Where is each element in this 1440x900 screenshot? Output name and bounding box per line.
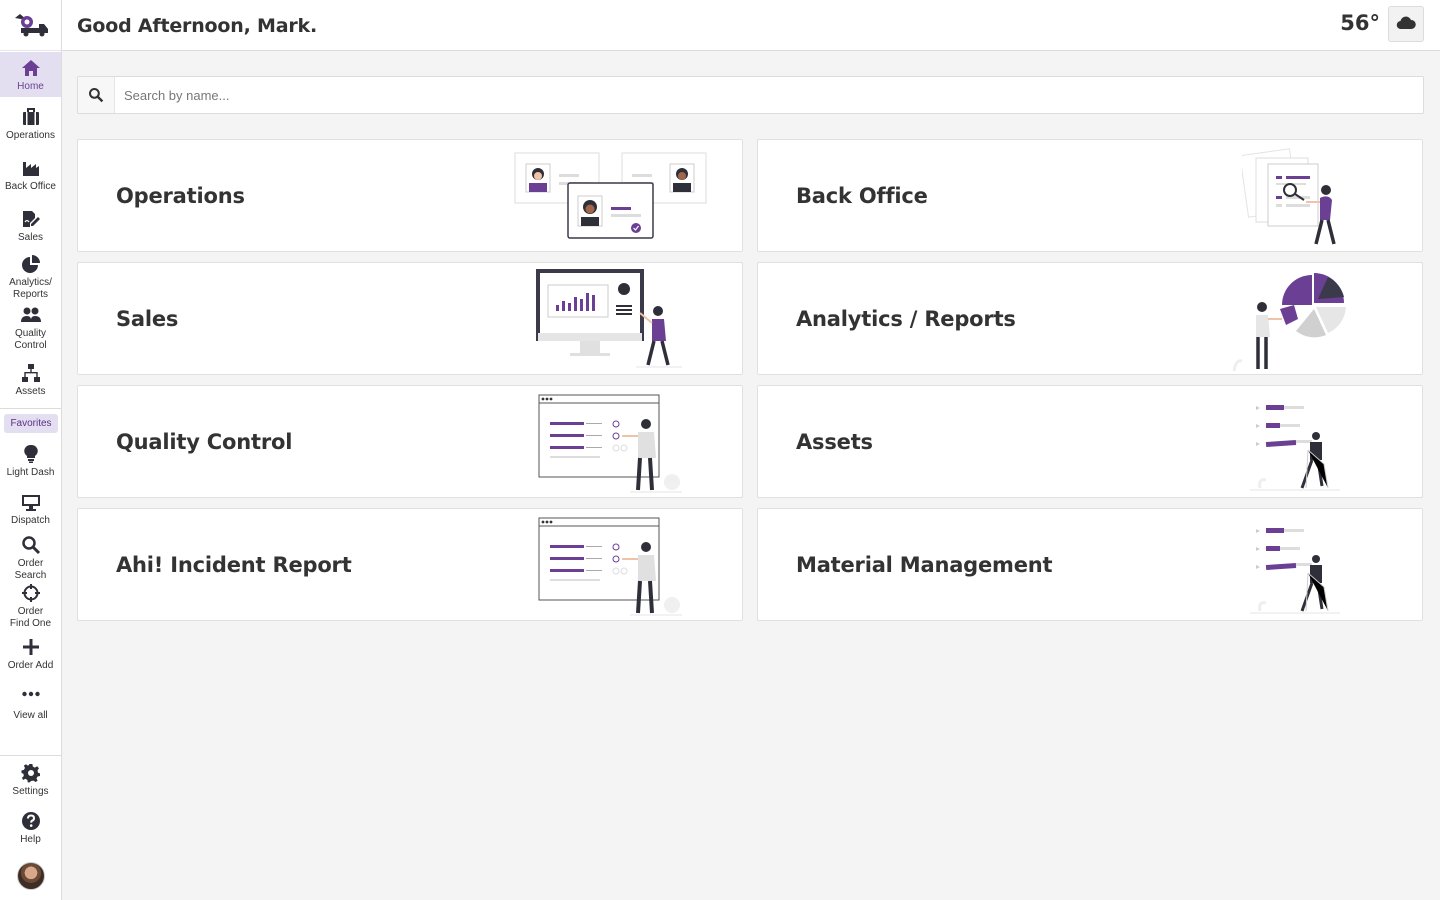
desktop-icon [20,491,42,513]
card-material-management[interactable]: Material Management [757,508,1423,621]
operations-illustration [514,152,707,239]
card-analytics-reports[interactable]: Analytics / Reports [757,262,1423,375]
sidebar-item-label: Analytics/ Reports [9,277,52,300]
plus-icon [20,636,42,658]
industry-icon [20,157,42,179]
search-bar [77,76,1424,114]
incident-report-illustration [538,517,682,616]
sidebar: Home Operations Back Office Sales Analyt… [0,0,62,900]
app-logo[interactable] [0,0,61,51]
users-icon [20,304,42,326]
home-icon [20,57,42,79]
material-management-illustration [1250,528,1340,614]
sidebar-item-analytics-reports[interactable]: Analytics/ Reports [0,253,61,303]
card-operations[interactable]: Operations [77,139,743,252]
sidebar-fav-view-all[interactable]: View all [0,684,61,722]
file-signature-icon [20,208,42,230]
temperature-readout: 56° [1340,11,1380,35]
search-input[interactable] [124,85,1404,105]
lightbulb-icon [20,443,42,465]
card-title: Quality Control [116,430,293,454]
sidebar-item-quality-control[interactable]: Quality Control [0,304,61,354]
sidebar-item-settings[interactable]: Settings [0,762,61,802]
sidebar-item-label: Operations [6,130,55,141]
sidebar-item-help[interactable]: Help [0,810,61,850]
greeting-text: Good Afternoon, Mark. [77,15,317,37]
card-ahi-incident-report[interactable]: Ahi! Incident Report [77,508,743,621]
sidebar-item-operations[interactable]: Operations [0,106,61,151]
card-title: Back Office [796,184,928,208]
briefcase-icon [20,106,42,128]
network-icon [20,362,42,384]
pie-chart-icon [20,253,42,275]
ellipsis-icon [20,684,42,704]
assets-illustration [1250,405,1340,491]
top-header: Good Afternoon, Mark. 56° [62,0,1440,51]
sidebar-item-label: Order Search [14,558,47,581]
sidebar-fav-dispatch[interactable]: Dispatch [0,491,61,531]
search-icon [20,534,42,556]
sidebar-divider [0,408,61,409]
sidebar-item-assets[interactable]: Assets [0,362,61,402]
card-title: Material Management [796,553,1053,577]
sidebar-item-sales[interactable]: Sales [0,208,61,253]
card-title: Ahi! Incident Report [116,553,352,577]
question-icon [20,810,42,832]
sidebar-item-label: View all [13,710,48,721]
sales-illustration [536,269,682,368]
sidebar-fav-order-find-one[interactable]: Order Find One [0,582,61,630]
card-assets[interactable]: Assets [757,385,1423,498]
sidebar-item-label: Assets [15,386,46,397]
sidebar-item-home[interactable]: Home [0,52,61,97]
sidebar-item-label: Light Dash [6,467,55,478]
sidebar-item-label: Settings [12,786,49,797]
sidebar-item-label: Home [17,81,44,92]
sidebar-fav-order-search[interactable]: Order Search [0,534,61,582]
gear-icon [20,762,42,784]
sidebar-fav-order-add[interactable]: Order Add [0,636,61,674]
card-sales[interactable]: Sales [77,262,743,375]
card-title: Sales [116,307,179,331]
cloud-icon [1396,14,1416,35]
card-title: Analytics / Reports [796,307,1016,331]
sidebar-item-label: Help [20,834,41,845]
card-back-office[interactable]: Back Office [757,139,1423,252]
sidebar-divider [0,755,61,756]
favorites-label: Favorites [4,414,58,433]
card-title: Operations [116,184,245,208]
back-office-illustration [1242,148,1336,245]
sidebar-fav-light-dash[interactable]: Light Dash [0,443,61,483]
quality-control-illustration [538,394,682,493]
search-icon[interactable] [78,77,115,113]
user-avatar[interactable] [17,862,45,890]
sidebar-item-label: Sales [17,232,43,243]
card-quality-control[interactable]: Quality Control [77,385,743,498]
crosshairs-icon [20,582,42,604]
sidebar-item-label: Dispatch [11,515,50,526]
sidebar-item-label: Order Find One [9,606,52,629]
sidebar-item-label: Quality Control [14,328,47,351]
card-title: Assets [796,430,873,454]
sidebar-item-label: Back Office [5,181,56,192]
sidebar-item-back-office[interactable]: Back Office [0,157,61,202]
sidebar-item-label: Order Add [7,660,54,671]
analytics-illustration [1232,273,1346,372]
weather-button[interactable] [1388,6,1424,42]
